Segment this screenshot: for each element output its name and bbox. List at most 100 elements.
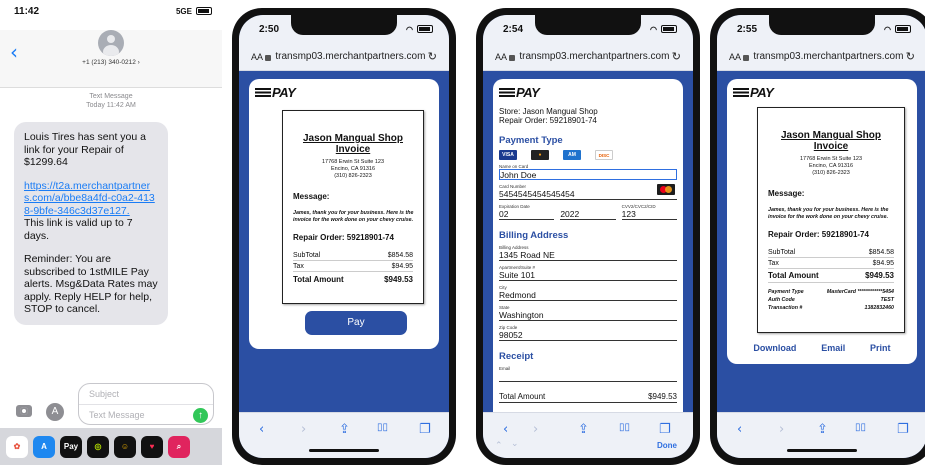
contact-phone[interactable]: +1 (213) 340-0212 › bbox=[0, 59, 222, 66]
contact-chevron-icon: › bbox=[137, 59, 140, 66]
tabs-icon[interactable]: ❐ bbox=[897, 422, 909, 437]
email-input[interactable] bbox=[499, 371, 677, 382]
url-text[interactable]: transmp03.merchantpartners.com bbox=[519, 51, 669, 62]
mastercard-icon[interactable]: ● bbox=[531, 150, 549, 160]
back-icon[interactable]: ‹ bbox=[259, 422, 264, 437]
discover-icon[interactable]: DISC bbox=[595, 150, 613, 160]
bookmarks-icon[interactable]: ▯▯ bbox=[855, 422, 866, 433]
status-time: 2:54 bbox=[503, 23, 524, 35]
forward-icon[interactable]: › bbox=[301, 422, 306, 437]
message-input-placeholder[interactable]: Text Message bbox=[89, 410, 145, 420]
payment-link[interactable]: https://t2a.merchantpartners.com/a/bbe8a… bbox=[24, 180, 155, 217]
auth-code-row: Auth Code TEST bbox=[768, 297, 894, 303]
memoji-icon[interactable]: ☺ bbox=[114, 435, 136, 458]
message-reminder: Reminder: You are subscribed to 1stMILE … bbox=[24, 253, 158, 315]
battery-icon bbox=[196, 7, 212, 15]
email-button[interactable]: Email bbox=[821, 343, 845, 353]
battery-icon bbox=[661, 25, 677, 33]
invoice-message: James, thank you for your business. Here… bbox=[768, 207, 889, 220]
lock-icon bbox=[509, 54, 516, 61]
zip-input[interactable]: 98052 bbox=[499, 330, 677, 341]
tax-row: Tax $94.95 bbox=[293, 261, 413, 272]
share-icon[interactable]: ⇪ bbox=[339, 422, 350, 437]
bookmarks-icon[interactable]: ▯▯ bbox=[619, 422, 630, 433]
photos-app-icon[interactable]: ✿ bbox=[6, 435, 28, 458]
conversation-header: ‹ +1 (213) 340-0212 › bbox=[0, 30, 222, 88]
state-select[interactable]: Washington bbox=[499, 310, 677, 321]
reader-aa-button[interactable]: AA bbox=[495, 52, 507, 62]
pay-button[interactable]: Pay bbox=[305, 311, 407, 335]
url-text[interactable]: transmp03.merchantpartners.com bbox=[275, 51, 425, 62]
wifi-icon: ◠ bbox=[884, 24, 891, 34]
payment-type-row: Payment Type MasterCard ************5454 bbox=[768, 289, 894, 295]
app-store-icon[interactable]: A bbox=[33, 435, 55, 458]
exp-year-select[interactable]: 2022 bbox=[560, 209, 616, 220]
shop-phone: (310) 826-2323 bbox=[334, 173, 372, 179]
tabs-icon[interactable]: ❐ bbox=[419, 422, 431, 437]
back-icon[interactable]: ‹ bbox=[737, 422, 742, 437]
billing-heading: Billing Address bbox=[499, 230, 569, 241]
receipt-card: PAY Jason Mangual Shop Invoice 17768 Erw… bbox=[727, 79, 917, 364]
amex-icon[interactable]: AM bbox=[563, 150, 581, 160]
reload-icon[interactable]: ↻ bbox=[672, 50, 681, 63]
search-images-icon[interactable]: ⌕ bbox=[168, 435, 190, 458]
print-button[interactable]: Print bbox=[870, 343, 891, 353]
url-text[interactable]: transmp03.merchantpartners.com bbox=[753, 51, 903, 62]
forward-icon[interactable]: › bbox=[533, 422, 538, 437]
billing-address-input[interactable]: 1345 Road NE bbox=[499, 250, 677, 261]
address-bar[interactable]: AA transmp03.merchantpartners.com ↻ bbox=[239, 43, 449, 71]
previous-field-icon[interactable]: ⌃ bbox=[495, 441, 503, 451]
reader-aa-button[interactable]: AA bbox=[729, 52, 741, 62]
phone-frame-receipt: 2:55 ◠ AA transmp03.merchantpartners.com… bbox=[710, 8, 925, 465]
messages-screen: 11:42 5GE ‹ +1 (213) 340-0212 › Text Mes… bbox=[0, 0, 222, 465]
shop-phone: (310) 826-2323 bbox=[812, 170, 850, 176]
exp-month-select[interactable]: 02 bbox=[499, 209, 555, 220]
safari-toolbar: ‹ › ⇪ ▯▯ ❐ ⌃ ⌄ Done bbox=[483, 412, 693, 458]
safari-toolbar: ‹ › ⇪ ▯▯ ❐ bbox=[239, 412, 449, 458]
tabs-icon[interactable]: ❐ bbox=[659, 422, 671, 437]
subject-placeholder[interactable]: Subject bbox=[89, 389, 119, 399]
address-bar[interactable]: AA transmp03.merchantpartners.com ↻ bbox=[717, 43, 925, 71]
bookmarks-icon[interactable]: ▯▯ bbox=[377, 422, 388, 433]
name-on-card-input[interactable]: John Doe bbox=[499, 169, 677, 180]
address-bar[interactable]: AA transmp03.merchantpartners.com ↻ bbox=[483, 43, 693, 71]
compose-field[interactable]: Subject Text Message ↑ bbox=[78, 383, 214, 425]
repair-order: Repair Order: 59218901-74 bbox=[293, 233, 394, 242]
shop-name: Jason Mangual Shop bbox=[780, 130, 881, 141]
next-field-icon[interactable]: ⌄ bbox=[511, 439, 519, 449]
invoice-title: Invoice bbox=[335, 144, 371, 155]
reload-icon[interactable]: ↻ bbox=[428, 50, 437, 63]
contact-avatar[interactable] bbox=[98, 30, 124, 56]
receipt-heading: Receipt bbox=[499, 351, 534, 362]
share-icon[interactable]: ⇪ bbox=[578, 422, 589, 437]
cvv-input[interactable]: 123 bbox=[621, 209, 677, 220]
apple-pay-icon[interactable]: Pay bbox=[60, 435, 82, 458]
wifi-icon: ◠ bbox=[650, 24, 657, 34]
city-input[interactable]: Redmond bbox=[499, 290, 677, 301]
digital-touch-icon[interactable]: ♥ bbox=[141, 435, 163, 458]
share-icon[interactable]: ⇪ bbox=[817, 422, 828, 437]
lock-icon bbox=[265, 54, 272, 61]
forward-icon[interactable]: › bbox=[779, 422, 784, 437]
message-bubble: Louis Tires has sent you a link for your… bbox=[14, 122, 168, 325]
apps-icon[interactable]: A bbox=[46, 403, 64, 421]
done-button[interactable]: Done bbox=[657, 441, 677, 450]
card-number-input[interactable]: 5454545454545454 bbox=[499, 184, 677, 200]
camera-icon[interactable] bbox=[16, 405, 32, 417]
message-label: Message: bbox=[768, 189, 805, 198]
visa-icon[interactable]: VISA bbox=[499, 150, 517, 160]
back-icon[interactable]: ‹ bbox=[503, 422, 508, 437]
status-time: 11:42 bbox=[14, 5, 40, 17]
back-chevron-icon[interactable]: ‹ bbox=[10, 40, 18, 64]
reader-aa-button[interactable]: AA bbox=[251, 52, 263, 62]
invoice-document: Jason Mangual Shop Invoice 17768 Erwin S… bbox=[282, 110, 424, 304]
invoice-screen: 2:50 ◠ AA transmp03.merchantpartners.com… bbox=[239, 15, 449, 458]
shop-city: Encino, CA 91316 bbox=[330, 166, 376, 172]
apartment-input[interactable]: Suite 101 bbox=[499, 270, 677, 281]
tax-row: Tax $94.95 bbox=[768, 258, 894, 269]
send-icon[interactable]: ↑ bbox=[193, 408, 208, 423]
shop-city: Encino, CA 91316 bbox=[808, 163, 854, 169]
download-button[interactable]: Download bbox=[753, 343, 796, 353]
reload-icon[interactable]: ↻ bbox=[906, 50, 915, 63]
activity-icon[interactable]: ◎ bbox=[87, 435, 109, 458]
